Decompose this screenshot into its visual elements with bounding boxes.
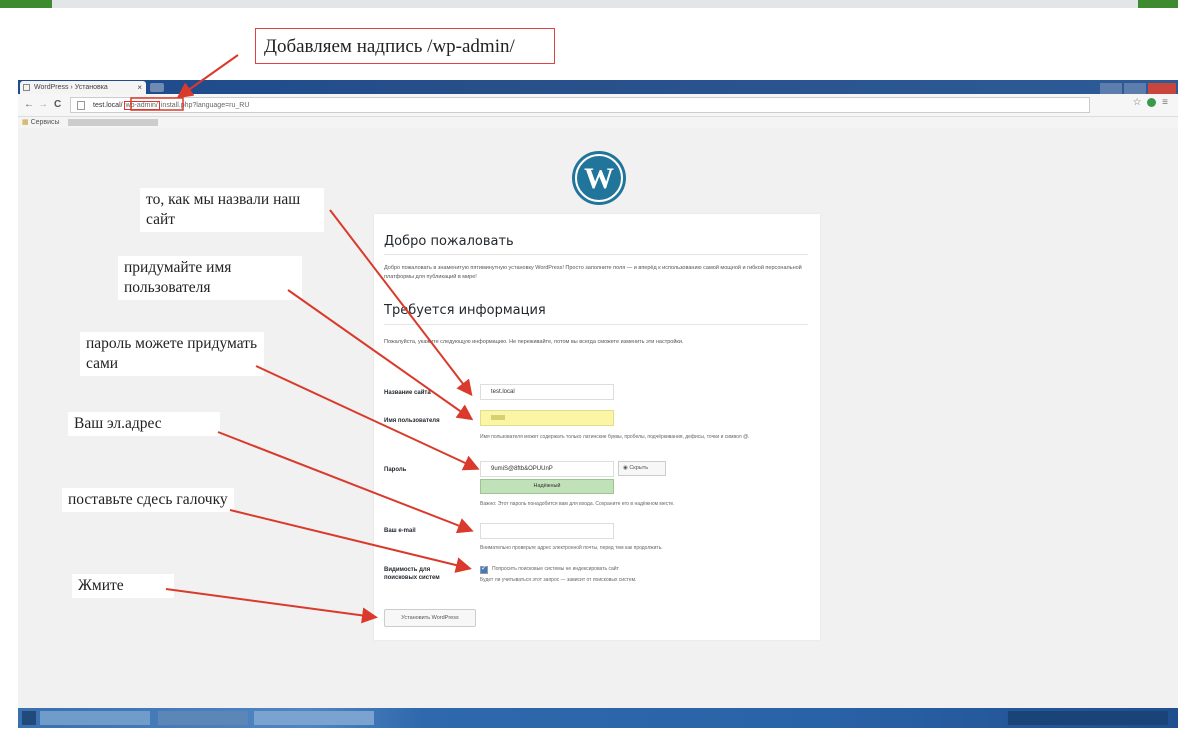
info-heading: Требуется информация <box>384 303 546 318</box>
tab-title: WordPress › Установка <box>34 84 108 91</box>
bookmark-item[interactable] <box>67 118 158 126</box>
close-window-button[interactable] <box>1148 83 1176 94</box>
taskbar-app[interactable] <box>158 711 248 725</box>
hide-password-button[interactable]: ◉ Скрыть <box>618 461 666 476</box>
annotation-site-name: то, как мы назвали наш сайт <box>140 188 324 232</box>
welcome-description: Добро пожаловать в знаменитую пятиминутн… <box>384 265 802 280</box>
page-icon <box>77 101 85 110</box>
email-label: Ваш e-mail <box>384 528 416 534</box>
taskbar-app[interactable] <box>254 711 374 725</box>
url-highlight: wp-admin/ <box>123 101 160 110</box>
tab-close-icon[interactable]: × <box>137 81 142 94</box>
maximize-button[interactable] <box>1124 83 1146 94</box>
browser-window: WordPress › Установка × ← → C test.local… <box>18 80 1178 720</box>
strip-green-left <box>0 0 52 8</box>
annotation-press: Жмите <box>72 574 174 598</box>
password-input[interactable]: 9umiS@8ftb&OPUUnP <box>480 461 614 477</box>
email-hint: Внимательно проверьте адрес электронной … <box>480 545 663 551</box>
welcome-heading: Добро пожаловать <box>384 234 514 249</box>
site-name-input[interactable]: test.local <box>480 384 614 400</box>
annotation-email: Ваш эл.адрес <box>68 412 220 436</box>
install-wordpress-button[interactable]: Установить WordPress <box>384 609 476 627</box>
callout-wp-admin: Добавляем надпись /wp-admin/ <box>255 28 555 64</box>
back-icon[interactable]: ← <box>24 99 34 111</box>
start-button[interactable] <box>22 711 36 725</box>
forward-icon[interactable]: → <box>38 99 48 111</box>
privacy-label: Видимость для поисковых систем <box>384 567 440 581</box>
site-name-label: Название сайта <box>384 390 431 396</box>
username-label: Имя пользователя <box>384 418 440 424</box>
url-host: test.local/ <box>93 102 123 109</box>
page-icon <box>23 84 30 91</box>
divider <box>384 254 808 255</box>
toolbar-right: ☆ ≡ <box>1133 97 1168 108</box>
checkbox-icon[interactable] <box>480 564 488 574</box>
password-strength-meter: Надёжный <box>480 479 614 494</box>
extension-icon[interactable] <box>1147 97 1157 107</box>
taskbar <box>18 708 1178 728</box>
star-icon[interactable]: ☆ <box>1133 97 1142 108</box>
background-strip <box>0 0 1178 8</box>
address-bar[interactable]: test.local/wp-admin/install.php?language… <box>70 97 1090 113</box>
minimize-button[interactable] <box>1100 83 1122 94</box>
window-controls <box>1098 81 1176 94</box>
annotation-password: пароль можете придумать сами <box>80 332 264 376</box>
svg-text:W: W <box>584 162 614 195</box>
navigation-bar: ← → C test.local/wp-admin/install.php?la… <box>18 94 1178 117</box>
email-input[interactable] <box>480 523 614 539</box>
password-label: Пароль <box>384 467 407 473</box>
bookmarks-bar: ▦ Сервисы <box>18 117 1178 128</box>
menu-icon[interactable]: ≡ <box>1162 97 1168 108</box>
install-form-panel: Добро пожаловать Добро пожаловать в знам… <box>374 214 820 640</box>
new-tab-button[interactable] <box>150 83 164 92</box>
bookmark-apps-icon: ▦ <box>22 119 29 126</box>
system-tray <box>1008 711 1168 725</box>
blurred-value <box>491 414 505 420</box>
taskbar-app[interactable] <box>40 711 150 725</box>
title-bar: WordPress › Установка × <box>18 80 1178 94</box>
strip-green-right <box>1138 0 1178 8</box>
divider <box>384 324 808 325</box>
privacy-checkbox-label[interactable]: Попросить поисковые системы не индексиро… <box>492 565 792 573</box>
password-hint: Важно: Этот пароль понадобится вам для в… <box>480 501 675 507</box>
bookmarks-label[interactable]: Сервисы <box>31 119 60 126</box>
username-hint: Имя пользователя может содержать только … <box>480 434 750 440</box>
wordpress-logo-icon[interactable]: W <box>571 150 627 206</box>
info-description: Пожалуйста, укажите следующую информацию… <box>384 339 684 345</box>
privacy-hint: Будет ли учитываться этот запрос — завис… <box>480 577 637 583</box>
username-input[interactable] <box>480 410 614 426</box>
reload-icon[interactable]: C <box>54 99 61 111</box>
browser-tab[interactable]: WordPress › Установка × <box>20 81 146 94</box>
annotation-checkbox: поставьте сдесь галочку <box>62 488 234 512</box>
annotation-username: придумайте имя пользователя <box>118 256 302 300</box>
url-rest: install.php?language=ru_RU <box>160 102 250 109</box>
hide-button-label: Скрыть <box>629 465 649 471</box>
